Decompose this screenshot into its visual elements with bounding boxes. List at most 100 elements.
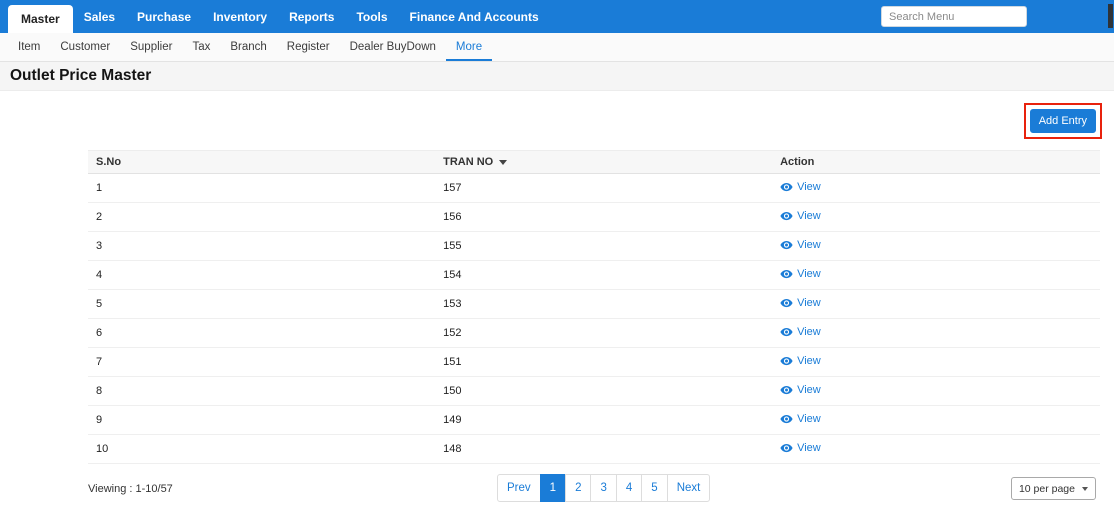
- header-sno: S.No: [88, 151, 435, 174]
- cell-action: View: [772, 435, 1100, 464]
- cell-sno: 10: [88, 435, 435, 464]
- table-row: 8 150 View: [88, 377, 1100, 406]
- cell-tran-no: 154: [435, 261, 772, 290]
- cell-action: View: [772, 203, 1100, 232]
- subnav-item-branch[interactable]: Branch: [220, 33, 276, 61]
- cell-action: View: [772, 232, 1100, 261]
- table-row: 3 155 View: [88, 232, 1100, 261]
- cell-tran-no: 149: [435, 406, 772, 435]
- search-input[interactable]: [881, 6, 1027, 27]
- cell-sno: 2: [88, 203, 435, 232]
- search-wrap: [881, 0, 1027, 33]
- view-label: View: [797, 442, 821, 454]
- view-label: View: [797, 210, 821, 222]
- pagination-page-2[interactable]: 2: [565, 474, 591, 502]
- eye-icon: [780, 356, 793, 366]
- table-row: 9 149 View: [88, 406, 1100, 435]
- eye-icon: [780, 240, 793, 250]
- topnav-item-purchase[interactable]: Purchase: [126, 0, 202, 33]
- subnav-item-register[interactable]: Register: [277, 33, 340, 61]
- table-row: 4 154 View: [88, 261, 1100, 290]
- cell-action: View: [772, 406, 1100, 435]
- subnav-item-supplier[interactable]: Supplier: [120, 33, 182, 61]
- cell-tran-no: 156: [435, 203, 772, 232]
- subnav-item-item[interactable]: Item: [8, 33, 50, 61]
- view-label: View: [797, 384, 821, 396]
- pagination-page-5[interactable]: 5: [641, 474, 667, 502]
- add-entry-button[interactable]: Add Entry: [1030, 109, 1096, 133]
- topnav-item-master[interactable]: Master: [8, 5, 73, 33]
- pagination-page-1[interactable]: 1: [540, 474, 566, 502]
- sub-navbar: Item Customer Supplier Tax Branch Regist…: [0, 33, 1114, 62]
- header-tran-no-label: TRAN NO: [443, 156, 493, 168]
- cell-sno: 4: [88, 261, 435, 290]
- table-row: 2 156 View: [88, 203, 1100, 232]
- cell-tran-no: 151: [435, 348, 772, 377]
- view-link[interactable]: View: [780, 181, 821, 193]
- view-label: View: [797, 268, 821, 280]
- scrollbar-thumb[interactable]: [1108, 4, 1113, 28]
- eye-icon: [780, 298, 793, 308]
- top-navbar: Master Sales Purchase Inventory Reports …: [0, 0, 1114, 33]
- eye-icon: [780, 211, 793, 221]
- cell-tran-no: 152: [435, 319, 772, 348]
- view-link[interactable]: View: [780, 326, 821, 338]
- view-link[interactable]: View: [780, 297, 821, 309]
- table-footer: Viewing : 1-10/57 Prev 1 2 3 4 5 Next 10…: [0, 474, 1114, 510]
- view-label: View: [797, 413, 821, 425]
- cell-action: View: [772, 319, 1100, 348]
- view-label: View: [797, 297, 821, 309]
- subnav-item-dealer-buydown[interactable]: Dealer BuyDown: [340, 33, 446, 61]
- eye-icon: [780, 182, 793, 192]
- cell-sno: 3: [88, 232, 435, 261]
- subnav-item-tax[interactable]: Tax: [182, 33, 220, 61]
- cell-action: View: [772, 377, 1100, 406]
- view-label: View: [797, 181, 821, 193]
- view-link[interactable]: View: [780, 239, 821, 251]
- table-row: 6 152 View: [88, 319, 1100, 348]
- topnav-item-finance-and-accounts[interactable]: Finance And Accounts: [399, 0, 550, 33]
- pagination-next[interactable]: Next: [667, 474, 711, 502]
- cell-tran-no: 155: [435, 232, 772, 261]
- eye-icon: [780, 385, 793, 395]
- viewing-status: Viewing : 1-10/57: [88, 483, 173, 495]
- cell-sno: 7: [88, 348, 435, 377]
- eye-icon: [780, 327, 793, 337]
- view-link[interactable]: View: [780, 355, 821, 367]
- view-link[interactable]: View: [780, 268, 821, 280]
- view-link[interactable]: View: [780, 210, 821, 222]
- subnav-item-customer[interactable]: Customer: [50, 33, 120, 61]
- view-label: View: [797, 326, 821, 338]
- cell-tran-no: 150: [435, 377, 772, 406]
- view-label: View: [797, 239, 821, 251]
- view-link[interactable]: View: [780, 384, 821, 396]
- page-title: Outlet Price Master: [10, 67, 151, 85]
- topnav-item-sales[interactable]: Sales: [73, 0, 126, 33]
- topnav-item-inventory[interactable]: Inventory: [202, 0, 278, 33]
- pagination-prev[interactable]: Prev: [497, 474, 541, 502]
- table-row: 5 153 View: [88, 290, 1100, 319]
- view-link[interactable]: View: [780, 413, 821, 425]
- cell-tran-no: 148: [435, 435, 772, 464]
- annotation-highlight: Add Entry: [1024, 103, 1102, 139]
- header-tran-no[interactable]: TRAN NO: [435, 151, 772, 174]
- topnav-item-tools[interactable]: Tools: [345, 0, 398, 33]
- chevron-down-icon: [1082, 487, 1088, 491]
- pagination-page-4[interactable]: 4: [616, 474, 642, 502]
- pagination-page-3[interactable]: 3: [590, 474, 616, 502]
- cell-sno: 6: [88, 319, 435, 348]
- table-header-row: S.No TRAN NO Action: [88, 151, 1100, 174]
- topnav-item-reports[interactable]: Reports: [278, 0, 345, 33]
- cell-action: View: [772, 174, 1100, 203]
- sort-desc-icon[interactable]: [499, 160, 507, 165]
- cell-action: View: [772, 348, 1100, 377]
- cell-action: View: [772, 261, 1100, 290]
- subnav-item-more[interactable]: More: [446, 33, 492, 61]
- cell-sno: 5: [88, 290, 435, 319]
- cell-sno: 8: [88, 377, 435, 406]
- header-action: Action: [772, 151, 1100, 174]
- view-link[interactable]: View: [780, 442, 821, 454]
- cell-tran-no: 157: [435, 174, 772, 203]
- per-page-select[interactable]: 10 per page: [1011, 477, 1096, 500]
- view-label: View: [797, 355, 821, 367]
